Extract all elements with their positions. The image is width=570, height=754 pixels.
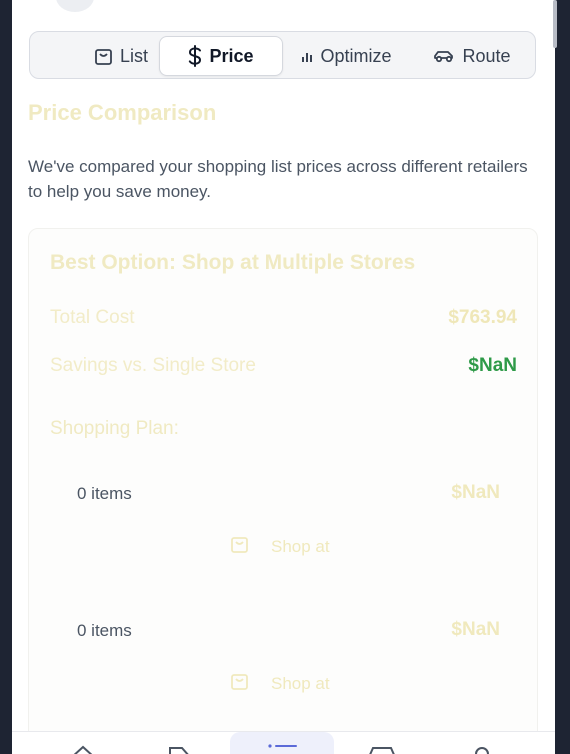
shop-at-button[interactable]: Shop at (230, 534, 330, 559)
store-price: $NaN (451, 619, 500, 640)
user-icon[interactable] (472, 744, 492, 754)
dollar-icon (188, 45, 202, 67)
total-cost-value: $763.94 (448, 307, 517, 328)
tab-bar: List Price Optimize Route (29, 31, 536, 79)
home-icon[interactable] (70, 744, 96, 754)
best-option-title: Best Option: Shop at Multiple Stores (50, 251, 416, 274)
savings-value: $NaN (468, 355, 517, 376)
total-cost-label: Total Cost (50, 307, 135, 328)
store-icon[interactable] (367, 744, 397, 754)
bottom-nav (12, 731, 555, 754)
shop-at-label: Shop at (271, 536, 330, 556)
savings-label: Savings vs. Single Store (50, 355, 256, 376)
shopping-bag-icon (230, 671, 249, 696)
store-items-count: 0 items (77, 621, 132, 640)
app-screen: List Price Optimize Route Price Comparis… (12, 0, 555, 754)
tab-price[interactable]: Price (159, 36, 283, 76)
shopping-plan-title: Shopping Plan: (50, 418, 179, 439)
tab-route[interactable]: Route (424, 36, 520, 76)
car-icon (433, 48, 455, 64)
tab-optimize[interactable]: Optimize (292, 36, 402, 76)
shop-at-label: Shop at (271, 673, 330, 693)
tab-route-label: Route (462, 45, 511, 66)
shop-at-button[interactable]: Shop at (230, 671, 330, 696)
shopping-bag-icon (94, 46, 113, 66)
page-description: We've compared your shopping list prices… (28, 157, 528, 201)
store-items-count: 0 items (77, 484, 132, 503)
tag-icon[interactable] (167, 744, 193, 754)
tab-list-label: List (119, 45, 148, 66)
store-price: $NaN (451, 482, 500, 503)
shopping-bag-icon (230, 534, 249, 559)
tab-price-label: Price (209, 45, 254, 66)
page-title: Price Comparison (28, 100, 217, 125)
list-icon[interactable] (267, 736, 299, 754)
bar-chart-icon (302, 50, 313, 62)
scrollbar[interactable] (553, 0, 557, 48)
avatar[interactable] (56, 0, 94, 12)
tab-optimize-label: Optimize (320, 45, 392, 66)
